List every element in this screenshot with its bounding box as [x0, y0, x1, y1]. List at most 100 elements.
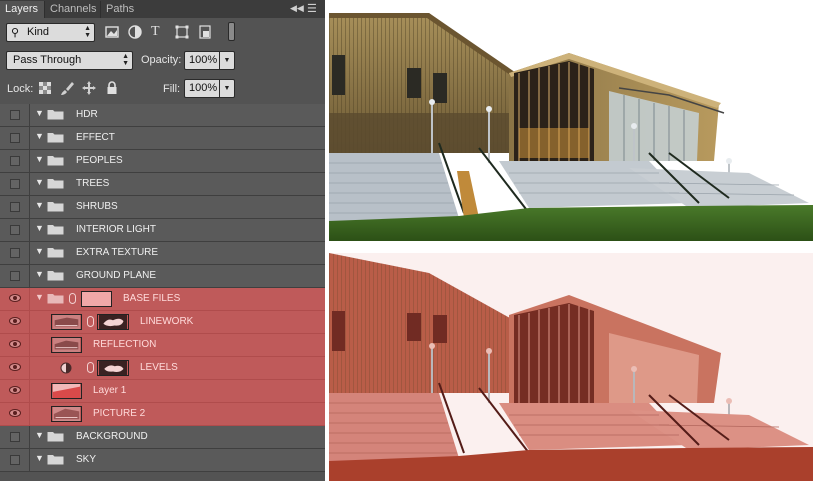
- pixel-filter-icon[interactable]: [104, 23, 120, 41]
- visibility-toggle[interactable]: [0, 104, 30, 126]
- opacity-field[interactable]: 100%: [184, 51, 220, 70]
- kind-filter-select[interactable]: ⚲ Kind ▲ ▼: [6, 23, 95, 42]
- shape-filter-icon[interactable]: [174, 23, 190, 41]
- expand-caret-icon[interactable]: ▼: [35, 108, 44, 118]
- lock-transparent-icon[interactable]: [37, 80, 53, 96]
- fill-field[interactable]: 100%: [184, 79, 220, 98]
- folder-icon: [47, 110, 64, 120]
- visibility-toggle[interactable]: [0, 173, 30, 195]
- folder-icon: [47, 202, 64, 212]
- visibility-toggle[interactable]: [0, 357, 30, 379]
- layer-row-levels[interactable]: LEVELS: [0, 357, 325, 380]
- expand-caret-icon[interactable]: ▼: [35, 154, 44, 164]
- layer-name: BACKGROUND: [76, 431, 148, 442]
- visibility-toggle[interactable]: [0, 127, 30, 149]
- layer-row-effect[interactable]: ▼ EFFECT: [0, 127, 325, 150]
- visibility-toggle[interactable]: [0, 242, 30, 264]
- fill-dropdown-button[interactable]: ▼: [219, 79, 235, 98]
- layer-name: EFFECT: [76, 132, 115, 143]
- expand-caret-icon[interactable]: ▼: [35, 131, 44, 141]
- filter-toggle-switch[interactable]: [228, 22, 235, 41]
- visibility-toggle[interactable]: [0, 196, 30, 218]
- visibility-toggle[interactable]: [0, 311, 30, 333]
- layer-name: LINEWORK: [140, 316, 194, 327]
- opacity-label: Opacity:: [141, 54, 182, 66]
- eye-icon: [9, 340, 21, 348]
- visibility-toggle[interactable]: [0, 403, 30, 425]
- opacity-dropdown-button[interactable]: ▼: [219, 51, 235, 70]
- smart-object-filter-icon[interactable]: [197, 23, 213, 41]
- layer-row-hdr[interactable]: ▼ HDR: [0, 104, 325, 127]
- expand-caret-icon[interactable]: ▼: [35, 200, 44, 210]
- building-render-tinted: [329, 253, 813, 481]
- layers-panel: Layers Channels Paths ◀◀ ☰ ⚲ Kind ▲ ▼ T P…: [0, 0, 325, 481]
- folder-icon: [47, 156, 64, 166]
- layer-thumbnail[interactable]: [51, 383, 82, 399]
- visibility-toggle[interactable]: [0, 449, 30, 471]
- layers-list: ▼ HDR ▼ EFFECT ▼ PEOPLES ▼ TREES ▼ SHRUB…: [0, 104, 325, 472]
- layer-name: LEVELS: [140, 362, 178, 373]
- folder-icon: [47, 179, 64, 189]
- visibility-toggle[interactable]: [0, 219, 30, 241]
- layer-row-sky[interactable]: ▼ SKY: [0, 449, 325, 472]
- expand-caret-icon[interactable]: ▼: [35, 223, 44, 233]
- layer-row-trees[interactable]: ▼ TREES: [0, 173, 325, 196]
- layer-name: PICTURE 2: [93, 408, 146, 419]
- expand-caret-icon[interactable]: ▼: [35, 246, 44, 256]
- layer-thumbnail[interactable]: [51, 406, 82, 422]
- visibility-toggle[interactable]: [0, 334, 30, 356]
- layer-thumbnail[interactable]: [51, 337, 82, 353]
- visibility-toggle[interactable]: [0, 288, 30, 310]
- expand-caret-icon[interactable]: ▼: [35, 430, 44, 440]
- visibility-toggle[interactable]: [0, 380, 30, 402]
- layer-thumbnail[interactable]: [51, 314, 82, 330]
- lock-move-icon[interactable]: [81, 80, 97, 96]
- layer-row-ground-plane[interactable]: ▼ GROUND PLANE: [0, 265, 325, 288]
- adjustment-layer-icon[interactable]: [60, 362, 72, 374]
- adjustment-filter-icon[interactable]: [127, 23, 143, 41]
- building-render-original: [329, 13, 813, 241]
- tab-channels[interactable]: Channels: [44, 1, 100, 18]
- layer-row-picture-2[interactable]: PICTURE 2: [0, 403, 325, 426]
- folder-icon: [47, 248, 64, 258]
- layer-name: BASE FILES: [123, 293, 181, 304]
- layer-row-extra-texture[interactable]: ▼ EXTRA TEXTURE: [0, 242, 325, 265]
- lock-all-icon[interactable]: [104, 80, 120, 96]
- expand-caret-icon[interactable]: ▼: [35, 292, 44, 302]
- layer-row-interior-light[interactable]: ▼ INTERIOR LIGHT: [0, 219, 325, 242]
- expand-caret-icon[interactable]: ▼: [35, 269, 44, 279]
- layer-row-peoples[interactable]: ▼ PEOPLES: [0, 150, 325, 173]
- lock-brush-icon[interactable]: [59, 80, 75, 96]
- fill-label: Fill:: [163, 83, 181, 95]
- collapse-icon[interactable]: ◀◀: [290, 3, 304, 14]
- mask-link-icon[interactable]: [87, 316, 94, 327]
- mask-thumbnail[interactable]: [81, 291, 112, 307]
- layer-row-background[interactable]: ▼ BACKGROUND: [0, 426, 325, 449]
- expand-caret-icon[interactable]: ▼: [35, 177, 44, 187]
- folder-icon: [47, 225, 64, 235]
- layer-name: SHRUBS: [76, 201, 118, 212]
- tab-layers[interactable]: Layers: [0, 1, 44, 18]
- layer-row-linework[interactable]: LINEWORK: [0, 311, 325, 334]
- blend-mode-select[interactable]: Pass Through ▲ ▼: [6, 51, 133, 70]
- eye-icon: [9, 294, 21, 302]
- layer-row-layer-1[interactable]: Layer 1: [0, 380, 325, 403]
- blend-mode-value: Pass Through: [13, 54, 82, 66]
- search-icon: ⚲: [11, 27, 20, 39]
- layer-row-reflection[interactable]: REFLECTION: [0, 334, 325, 357]
- visibility-toggle[interactable]: [0, 426, 30, 448]
- panel-menu-icon[interactable]: ☰: [307, 2, 317, 15]
- kind-filter-label: Kind: [27, 26, 50, 38]
- visibility-toggle[interactable]: [0, 150, 30, 172]
- eye-icon: [9, 386, 21, 394]
- visibility-toggle[interactable]: [0, 265, 30, 287]
- mask-thumbnail[interactable]: [97, 314, 129, 330]
- mask-link-icon[interactable]: [87, 362, 94, 373]
- layer-row-base-files[interactable]: ▼ BASE FILES: [0, 288, 325, 311]
- mask-link-icon[interactable]: [69, 293, 76, 304]
- tab-paths[interactable]: Paths: [100, 1, 143, 18]
- type-filter-icon[interactable]: T: [151, 23, 167, 41]
- expand-caret-icon[interactable]: ▼: [35, 453, 44, 463]
- layer-row-shrubs[interactable]: ▼ SHRUBS: [0, 196, 325, 219]
- mask-thumbnail[interactable]: [97, 360, 129, 376]
